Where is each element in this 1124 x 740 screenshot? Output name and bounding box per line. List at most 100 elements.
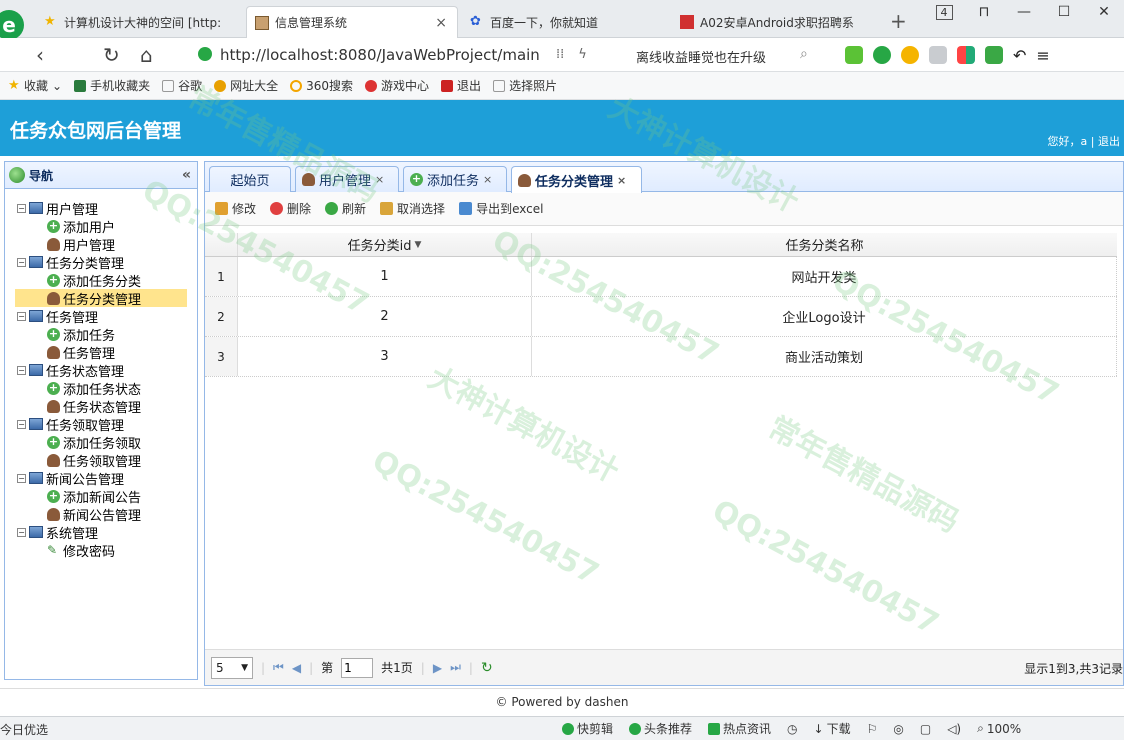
tree-group-task-claim[interactable]: − 任务领取管理: [17, 415, 197, 434]
column-header-name[interactable]: 任务分类名称: [532, 233, 1117, 256]
status-item-headline[interactable]: 头条推荐: [629, 720, 692, 737]
next-page-button[interactable]: ▶: [433, 661, 442, 675]
bookmark-mobile[interactable]: 手机收藏夹: [74, 77, 150, 94]
close-tab-icon[interactable]: ×: [483, 173, 492, 186]
tree-group-task-category[interactable]: − 任务分类管理: [17, 253, 197, 272]
reload-icon[interactable]: ↻: [103, 43, 120, 67]
home-icon[interactable]: ⌂: [140, 43, 153, 67]
tree-item-task-claim-manage[interactable]: 任务领取管理: [17, 451, 197, 470]
tree-item-change-password[interactable]: ✎ 修改密码: [17, 541, 197, 560]
status-item-download[interactable]: ↓ 下载: [814, 720, 851, 737]
status-item-hot-news[interactable]: 热点资讯: [708, 720, 771, 737]
news-ticker[interactable]: 离线收益睡觉也在升级: [636, 47, 766, 66]
add-icon: +: [410, 172, 423, 186]
refresh-button[interactable]: 刷新: [325, 200, 366, 217]
export-excel-button[interactable]: 导出到excel: [459, 200, 543, 217]
tab-start-page[interactable]: 起始页: [209, 166, 291, 192]
battery-icon[interactable]: [985, 46, 1003, 64]
window-icon[interactable]: ▢: [920, 720, 931, 737]
bookmark-logout[interactable]: 退出: [441, 77, 481, 94]
new-tab-button[interactable]: +: [890, 9, 907, 33]
tab-task-category-manage[interactable]: 任务分类管理 ×: [511, 166, 642, 193]
status-left-text[interactable]: 今日优选: [0, 721, 48, 738]
tree-group-user[interactable]: − 用户管理: [17, 199, 197, 218]
back-icon[interactable]: ‹: [36, 43, 44, 67]
browser-tab-4[interactable]: A02安卓Android求职招聘系: [672, 6, 882, 38]
coin-extension-icon[interactable]: [901, 46, 919, 64]
collapse-icon[interactable]: «: [182, 167, 191, 183]
image-extension-icon[interactable]: [929, 46, 947, 64]
close-window-icon[interactable]: ✕: [1084, 4, 1124, 20]
table-row[interactable]: 2 2 企业Logo设计: [205, 297, 1117, 337]
browser-tab-1[interactable]: ★ 计算机设计大神的空间 [http:: [36, 6, 244, 38]
last-page-button[interactable]: ⏭: [450, 660, 461, 675]
bookmark-google[interactable]: 谷歌: [162, 77, 202, 94]
bookmark-games[interactable]: 游戏中心: [365, 77, 429, 94]
tree-item-add-task-category[interactable]: + 添加任务分类: [17, 271, 197, 290]
browser-tab-3[interactable]: ✿ 百度一下，你就知道: [462, 6, 662, 38]
status-item-quick-clip[interactable]: 快剪辑: [562, 720, 613, 737]
tab-user-manage[interactable]: 用户管理 ×: [295, 166, 399, 192]
column-header-id[interactable]: 任务分类id ▼: [238, 233, 532, 256]
translate-extension-icon[interactable]: [873, 46, 891, 64]
lightning-icon[interactable]: ϟ: [578, 47, 587, 62]
table-row[interactable]: 3 3 商业活动策划: [205, 337, 1117, 377]
shirt-icon[interactable]: ⊓: [964, 4, 1004, 20]
browser-mode-icon[interactable]: ◎: [893, 720, 903, 737]
collapse-node-icon[interactable]: −: [17, 203, 26, 213]
prev-page-button[interactable]: ◀: [292, 661, 301, 675]
tab-add-task[interactable]: + 添加任务 ×: [403, 166, 507, 192]
tree-group-system[interactable]: − 系统管理: [17, 523, 197, 542]
bookmark-select-photo[interactable]: 选择照片: [493, 77, 557, 94]
collapse-node-icon[interactable]: −: [17, 365, 26, 375]
collapse-node-icon[interactable]: −: [17, 419, 26, 429]
undo-icon[interactable]: ↶: [1013, 46, 1026, 65]
close-tab-icon[interactable]: ×: [375, 173, 384, 186]
tab-count-badge[interactable]: 4: [924, 4, 964, 20]
browser-tab-2[interactable]: 信息管理系统 ×: [246, 6, 458, 38]
tree-group-task-state[interactable]: − 任务状态管理: [17, 361, 197, 380]
delete-button[interactable]: 删除: [270, 200, 311, 217]
bookmark-360search[interactable]: 360搜索: [290, 77, 353, 94]
grid-icon[interactable]: ⁞⁞: [556, 47, 564, 62]
clock-icon[interactable]: ◷: [787, 720, 797, 737]
close-tab-icon[interactable]: ×: [617, 174, 626, 187]
edit-button[interactable]: 修改: [215, 200, 256, 217]
tree-item-news-manage[interactable]: 新闻公告管理: [17, 505, 197, 524]
apps-extension-icon[interactable]: [957, 46, 975, 64]
first-page-button[interactable]: ⏮: [273, 660, 284, 675]
zoom-level[interactable]: ⌕ 100%: [977, 720, 1021, 737]
url-input[interactable]: [220, 42, 540, 68]
tree-item-add-task-state[interactable]: + 添加任务状态: [17, 379, 197, 398]
maximize-icon[interactable]: ☐: [1044, 4, 1084, 20]
tree-item-task-manage[interactable]: 任务管理: [17, 343, 197, 362]
collapse-node-icon[interactable]: −: [17, 257, 26, 267]
table-row[interactable]: 1 1 网站开发类: [205, 257, 1117, 297]
bookmark-hao123[interactable]: 网址大全: [214, 77, 278, 94]
tree-item-add-user[interactable]: + 添加用户: [17, 217, 197, 236]
tree-group-news[interactable]: − 新闻公告管理: [17, 469, 197, 488]
page-size-select[interactable]: 5 ▼: [211, 656, 253, 679]
tree-group-task[interactable]: − 任务管理: [17, 307, 197, 326]
menu-icon[interactable]: ≡: [1036, 46, 1049, 65]
tree-item-task-category-manage[interactable]: 任务分类管理: [15, 289, 187, 308]
volume-icon[interactable]: ◁): [947, 720, 961, 737]
page-number-input[interactable]: [341, 657, 374, 678]
flag-icon[interactable]: ⚐: [867, 720, 878, 737]
scissors-extension-icon[interactable]: [845, 46, 863, 64]
reload-grid-icon[interactable]: ↻: [481, 660, 493, 676]
tree-item-add-task[interactable]: + 添加任务: [17, 325, 197, 344]
bookmark-favorites[interactable]: ★ 收藏 ⌄: [8, 77, 62, 94]
close-tab-icon[interactable]: ×: [435, 15, 447, 31]
collapse-node-icon[interactable]: −: [17, 473, 26, 483]
tree-item-add-task-claim[interactable]: + 添加任务领取: [17, 433, 197, 452]
unselect-button[interactable]: 取消选择: [380, 200, 445, 217]
minimize-icon[interactable]: —: [1004, 4, 1044, 20]
tree-item-user-manage[interactable]: 用户管理: [17, 235, 197, 254]
logout-link[interactable]: 退出: [1098, 135, 1120, 148]
collapse-node-icon[interactable]: −: [17, 527, 26, 537]
tree-item-task-state-manage[interactable]: 任务状态管理: [17, 397, 197, 416]
tree-item-add-news[interactable]: + 添加新闻公告: [17, 487, 197, 506]
collapse-node-icon[interactable]: −: [17, 311, 26, 321]
search-icon[interactable]: ⌕: [800, 46, 808, 62]
